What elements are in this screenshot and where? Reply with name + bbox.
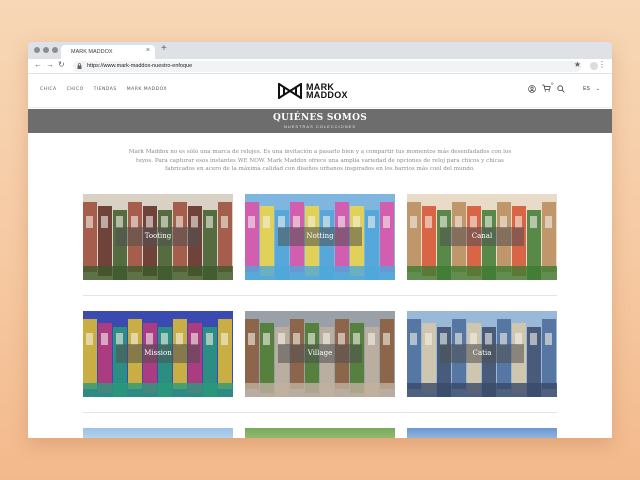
url-field[interactable]: https://www.mark-maddox-nuestro-enfoque: [73, 61, 581, 72]
user-icon[interactable]: [528, 85, 536, 93]
site-header: CHICA CHICO TIENDAS MARK MADDOX MARK MAD…: [28, 74, 612, 108]
tab-close-icon[interactable]: ×: [146, 47, 150, 54]
divider: [83, 412, 557, 413]
cart-count-badge: 0: [551, 81, 554, 86]
collection-card-catia[interactable]: Catia: [407, 311, 557, 397]
collection-card-canal[interactable]: Canal: [407, 194, 557, 280]
lock-icon: [77, 63, 82, 69]
collections-grid: Tooting Notting Canal Mission Village Ca…: [83, 194, 557, 438]
collection-card-partial[interactable]: [407, 428, 557, 438]
collection-label: Mission: [116, 343, 200, 363]
logo-line-2: MADDOX: [306, 90, 348, 100]
page-subtitle: NUESTRAS COLECCIONES: [283, 124, 356, 129]
address-bar: ← → ↻ https://www.mark-maddox-nuestro-en…: [28, 59, 612, 74]
collection-label: Village: [278, 343, 362, 363]
collections-row-partial: [83, 428, 557, 438]
collection-card-village[interactable]: Village: [245, 311, 395, 397]
collections-row: Tooting Notting Canal: [83, 194, 557, 280]
reload-icon[interactable]: ↻: [58, 60, 65, 69]
collection-card-tooting[interactable]: Tooting: [83, 194, 233, 280]
browser-window: MARK MADDOX × + ← → ↻ https://www.mark-m…: [28, 42, 612, 438]
nav-item-chica[interactable]: CHICA: [40, 87, 57, 92]
forward-icon[interactable]: →: [46, 60, 54, 69]
cart-icon: [542, 84, 551, 92]
collection-card-partial[interactable]: [245, 428, 395, 438]
collection-label: Canal: [440, 226, 524, 246]
page-title: QUIÉNES SOMOS: [272, 113, 368, 123]
search-icon[interactable]: [557, 85, 565, 93]
header-icons: 0 ES ⌄: [528, 81, 600, 94]
nav-item-mark-maddox[interactable]: MARK MADDOX: [127, 87, 167, 92]
url-text: https://www.mark-maddox-nuestro-enfoque: [87, 63, 193, 69]
page-banner: QUIÉNES SOMOS NUESTRAS COLECCIONES: [28, 109, 612, 133]
collections-row: Mission Village Catia: [83, 311, 557, 397]
window-minimize-dot[interactable]: [43, 47, 49, 53]
profile-avatar[interactable]: [590, 62, 598, 70]
divider: [83, 295, 557, 296]
collection-label: Tooting: [116, 226, 200, 246]
browser-tab[interactable]: MARK MADDOX ×: [61, 45, 155, 59]
collection-card-notting[interactable]: Notting: [245, 194, 395, 280]
nav-item-chico[interactable]: CHICO: [67, 87, 84, 92]
collection-label: Catia: [440, 343, 524, 363]
logo-text: MARK MADDOX: [306, 83, 348, 100]
brand-logo[interactable]: MARK MADDOX: [278, 83, 348, 100]
window-maximize-dot[interactable]: [52, 47, 58, 53]
chevron-down-icon[interactable]: ⌄: [596, 86, 600, 92]
tab-bar: MARK MADDOX × +: [28, 42, 612, 59]
tab-title: MARK MADDOX: [71, 49, 113, 55]
collection-card-partial[interactable]: [83, 428, 233, 438]
main-nav: CHICA CHICO TIENDAS MARK MADDOX: [40, 87, 167, 92]
bookmark-star-icon[interactable]: ★: [574, 60, 581, 69]
logo-mark-icon: [278, 83, 302, 99]
intro-text: Mark Maddox no es sólo una marca de relo…: [128, 149, 512, 172]
new-tab-icon[interactable]: +: [161, 43, 167, 54]
nav-item-tiendas[interactable]: TIENDAS: [94, 87, 117, 92]
collection-card-mission[interactable]: Mission: [83, 311, 233, 397]
browser-menu-icon[interactable]: ⋮: [598, 60, 606, 69]
language-selector[interactable]: ES: [583, 86, 590, 92]
collection-label: Notting: [278, 226, 362, 246]
cart-button[interactable]: 0: [542, 81, 554, 94]
back-icon[interactable]: ←: [34, 60, 42, 69]
window-close-dot[interactable]: [34, 47, 40, 53]
